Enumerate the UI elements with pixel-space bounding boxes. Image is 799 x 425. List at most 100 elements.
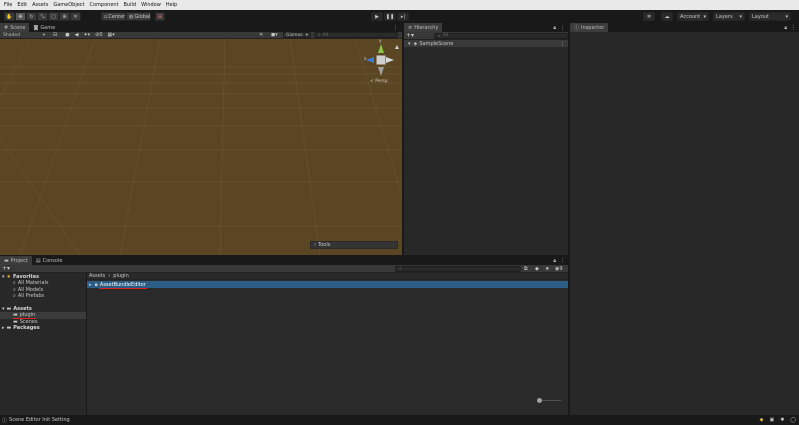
progress-icon[interactable]: ◯ [790, 417, 796, 423]
menu-window[interactable]: Window [141, 0, 161, 10]
tools-toggle-icon[interactable]: ✕ [259, 32, 263, 38]
scene-viewport[interactable]: y z < Persp › Tools [0, 39, 402, 255]
add-icon[interactable]: +▾ [406, 32, 414, 39]
chevron-down-icon: ▾ [305, 32, 308, 38]
scene-grid [0, 39, 402, 255]
move-tool-button[interactable]: ✥ [15, 12, 26, 21]
transform-tool-button[interactable]: ⊕ [59, 12, 70, 21]
scene-grid-icon: # [4, 24, 9, 31]
custom-tool-button[interactable]: ✕ [70, 12, 81, 21]
more-options-icon[interactable]: ⋮ [560, 41, 565, 47]
layout-dropdown[interactable]: Layout ▾ [749, 12, 791, 21]
tab-console[interactable]: ▤ Console [32, 256, 67, 265]
cache-icon[interactable]: ▣ [769, 417, 774, 423]
search-by-type-icon[interactable]: ⧉ [524, 266, 528, 272]
menu-gameobject[interactable]: GameObject [53, 0, 84, 10]
search-icon: ⌕ [13, 280, 16, 287]
file-item-selected[interactable]: ▸ ▪ AssetBundleEditor [87, 281, 568, 289]
effects-icon[interactable]: ✦▾ [83, 32, 90, 38]
chevron-right-icon: ▸ [2, 325, 5, 332]
tools-overlay[interactable]: › Tools [310, 241, 398, 249]
account-dropdown[interactable]: Account ▾ [677, 12, 709, 21]
hierarchy-toolbar: +▾ ⌕ All [404, 32, 568, 40]
more-options-icon[interactable]: ⋮ [560, 258, 565, 264]
pivot-mode-button[interactable]: ▫ Center [101, 12, 126, 21]
annotation-underline [99, 288, 147, 289]
unity-scene-icon: ◈ [413, 40, 418, 47]
pause-button[interactable]: ❚❚ [384, 12, 396, 21]
draw-mode-dropdown[interactable]: Shaded ▾ [1, 32, 47, 38]
more-options-icon[interactable]: ⋮ [791, 25, 796, 31]
lock-icon[interactable]: 🔒︎ [553, 25, 556, 31]
menu-edit[interactable]: Edit [17, 0, 27, 10]
chevron-down-icon: ▾ [2, 305, 5, 312]
2d-toggle-icon[interactable]: ⊟ [53, 32, 57, 38]
folder-item-plugin[interactable]: ▬ plugin [0, 312, 86, 319]
favorite-item-label: All Prefabs [17, 293, 45, 300]
axis-z-label: z [364, 57, 367, 62]
rect-tool-button[interactable]: ▢ [48, 12, 59, 21]
favorite-item[interactable]: ⌕ All Prefabs [0, 293, 86, 300]
orientation-gizmo[interactable]: y z < Persp [360, 39, 400, 86]
debug-icon[interactable]: ✱ [780, 417, 784, 423]
collab-button[interactable]: ✲ [643, 12, 655, 21]
status-message[interactable]: Scene Editor Init Setting [9, 417, 70, 423]
tab-scene[interactable]: # Scene [0, 23, 30, 32]
packages-row[interactable]: ▸ ▬ Packages [0, 325, 86, 332]
hierarchy-search-input[interactable]: ⌕ All [434, 32, 568, 39]
menu-component[interactable]: Component [90, 0, 119, 10]
hand-tool-button[interactable]: ✋ [4, 12, 15, 21]
more-options-icon[interactable]: ⋮ [393, 25, 398, 31]
tab-inspector[interactable]: ⓘ Inspector [570, 23, 609, 32]
camera-icon[interactable]: ◼▾ [271, 32, 278, 38]
lighting-icon[interactable]: ● [65, 32, 69, 38]
lock-icon[interactable]: 🔒︎ [784, 25, 787, 31]
zoom-slider[interactable] [539, 400, 561, 401]
rotate-tool-button[interactable]: ↻ [26, 12, 37, 21]
axis-y-label: y [379, 39, 382, 44]
menu-file[interactable]: File [4, 0, 12, 10]
chevron-right-icon: › [108, 273, 111, 279]
warning-icon[interactable]: ◆ [760, 417, 764, 423]
tab-hierarchy[interactable]: ≡ Hierarchy [404, 23, 443, 32]
audio-icon[interactable]: ◀ [75, 32, 79, 38]
grid-snap-button[interactable]: ⊞ [155, 12, 165, 21]
search-by-label-icon[interactable]: ◆ [535, 266, 539, 272]
account-label: Account [680, 13, 701, 20]
favorites-label: Favorites [13, 274, 40, 280]
menu-assets[interactable]: Assets [32, 0, 48, 10]
scene-search-placeholder: All [322, 32, 329, 38]
inspector-panel: ⓘ Inspector 🔒︎ ⋮ [570, 23, 799, 415]
grid-toggle-icon[interactable]: ▦▾ [108, 32, 115, 38]
breadcrumb-item[interactable]: plugin [113, 273, 128, 279]
chevron-down-icon: ▾ [785, 13, 788, 20]
hidden-packages-toggle[interactable]: ◉ 9 [555, 266, 563, 272]
play-button[interactable]: ▶ [371, 12, 383, 21]
transform-tools: ✋ ✥ ↻ ⤡ ▢ ⊕ ✕ [4, 12, 81, 21]
scale-tool-button[interactable]: ⤡ [37, 12, 48, 21]
lock-icon[interactable]: 🔒︎ [553, 258, 556, 264]
gizmos-dropdown[interactable]: Gizmos ▾ [283, 32, 311, 38]
menu-build[interactable]: Build [124, 0, 137, 10]
project-search-input[interactable]: ⌕ [395, 266, 521, 272]
add-icon[interactable]: +▾ [2, 265, 10, 272]
layers-dropdown[interactable]: Layers ▾ [713, 12, 745, 21]
draw-mode-label: Shaded [3, 32, 20, 38]
tab-game[interactable]: ◙ Game [29, 23, 59, 32]
perspective-label[interactable]: < Persp [370, 79, 388, 84]
cloud-button[interactable]: ☁ [661, 12, 673, 21]
step-button[interactable]: ▸| [397, 12, 409, 21]
zoom-slider-thumb[interactable] [537, 398, 542, 403]
star-icon: ★ [6, 274, 11, 280]
hierarchy-scene-row[interactable]: ▾ ◈ SampleScene ⋮ [404, 40, 568, 47]
favorite-star-icon[interactable]: ★ [545, 266, 549, 272]
more-options-icon[interactable]: ⋮ [560, 25, 565, 31]
pivot-space-button[interactable]: ◍ Global [126, 12, 151, 21]
tab-project[interactable]: ▬ Project [0, 256, 32, 265]
scene-search-input[interactable]: ⌕ All [314, 32, 398, 38]
breadcrumb-item[interactable]: Assets [89, 273, 105, 279]
hidden-objects-icon[interactable]: ⊘0 [95, 32, 102, 38]
menu-bar: File Edit Assets GameObject Component Bu… [0, 0, 799, 10]
menu-help[interactable]: Help [166, 0, 177, 10]
gizmos-label: Gizmos [286, 32, 303, 38]
